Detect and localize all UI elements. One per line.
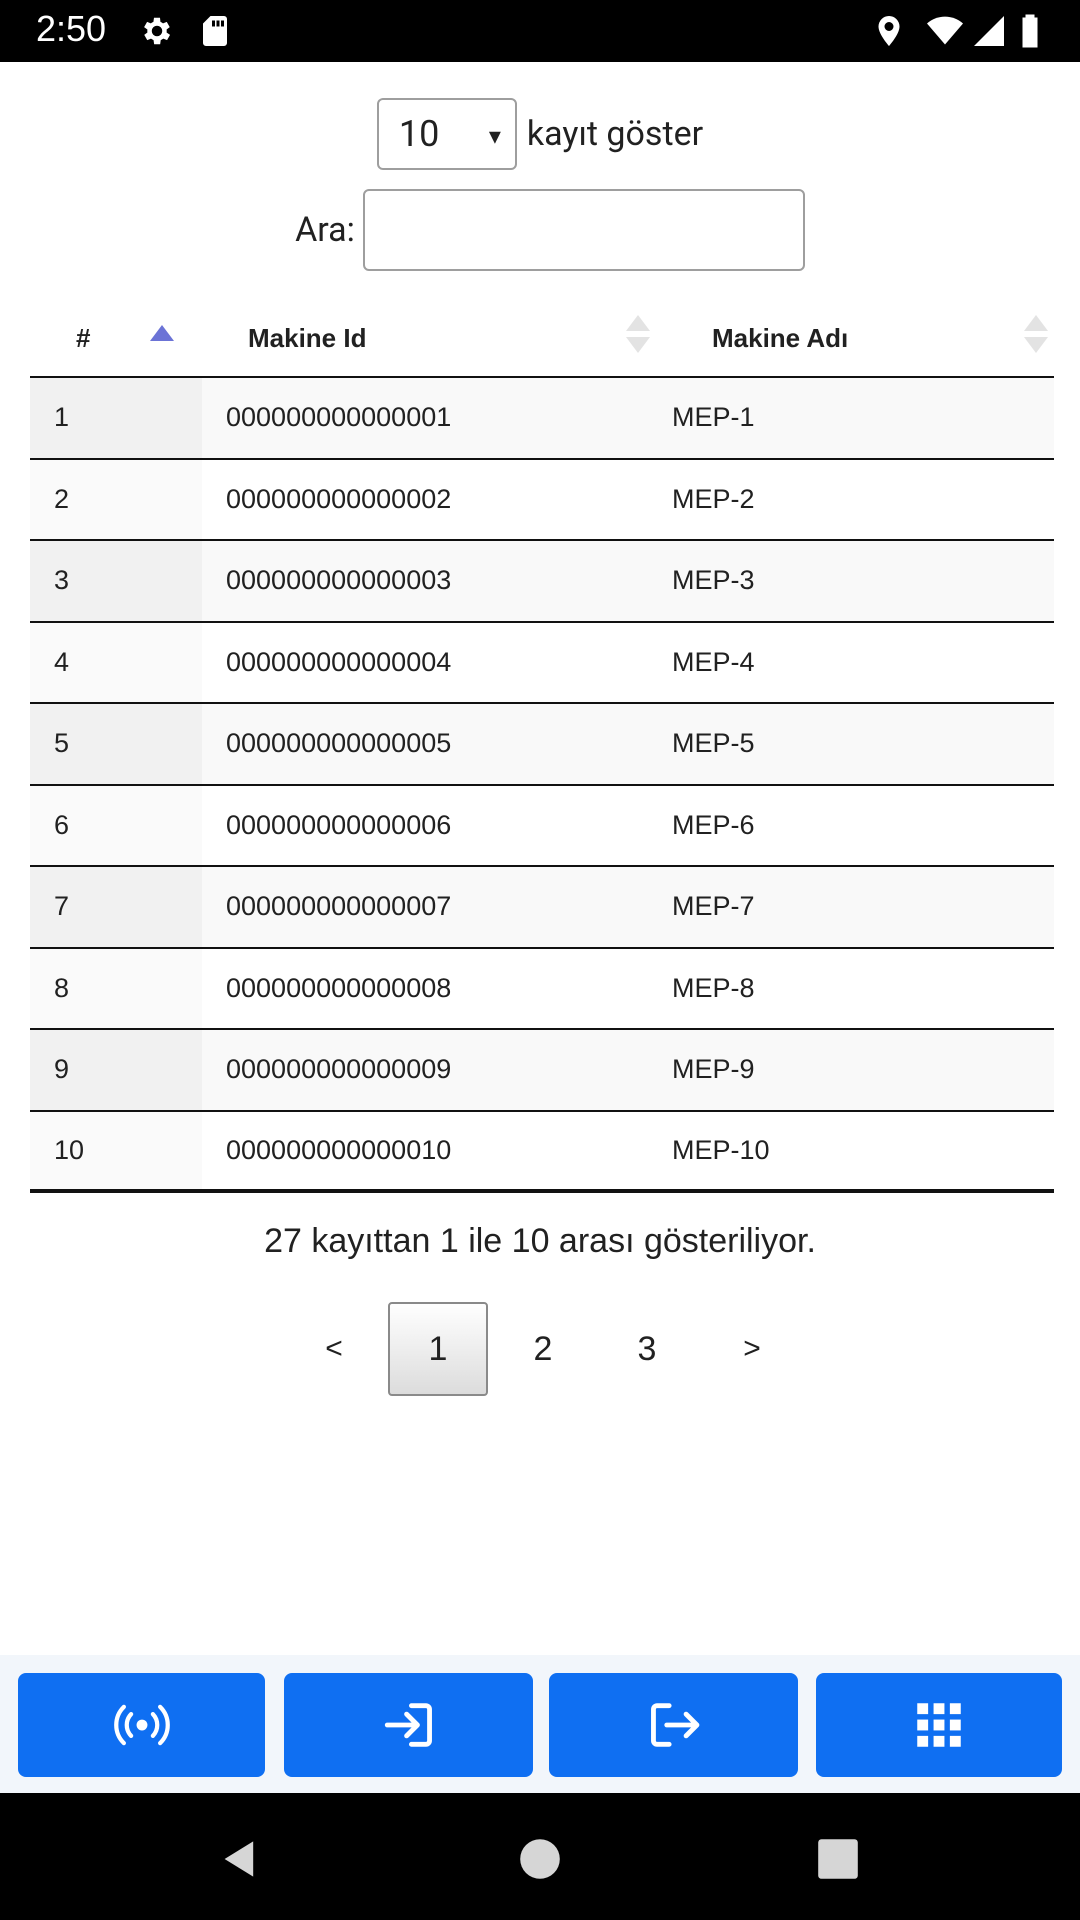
cell-machine-name: MEP-5 <box>672 728 755 759</box>
cell-num: 1 <box>30 378 202 458</box>
table-row[interactable]: 4 000000000000004 MEP-4 <box>30 622 1054 704</box>
cell-machine-id: 000000000000004 <box>226 646 452 677</box>
cell-num: 3 <box>30 541 202 621</box>
cell-machine-name: MEP-6 <box>672 809 755 840</box>
cell-machine-id: 000000000000003 <box>226 565 452 596</box>
sort-both-icon <box>626 311 654 361</box>
cell-num: 6 <box>30 785 202 865</box>
cell-machine-id: 000000000000001 <box>226 402 452 433</box>
menu-grid-button[interactable] <box>816 1673 1062 1777</box>
sd-card-icon <box>196 12 234 50</box>
column-header-label: Makine Id <box>248 322 367 353</box>
search-label: Ara: <box>295 210 355 250</box>
gear-icon <box>138 12 176 50</box>
column-header-label: Makine Adı <box>712 322 849 353</box>
logout-icon <box>650 1703 699 1747</box>
login-icon <box>384 1703 432 1747</box>
back-icon[interactable] <box>210 1829 270 1889</box>
column-header-label: # <box>76 322 91 353</box>
column-header-machine-id[interactable]: Makine Id <box>202 299 672 377</box>
cell-machine-id: 000000000000002 <box>226 483 452 514</box>
cell-machine-id: 000000000000009 <box>226 1054 452 1085</box>
page-button[interactable]: 3 <box>614 1302 680 1396</box>
grid-icon <box>917 1703 961 1747</box>
cell-machine-id: 000000000000005 <box>226 728 452 759</box>
table-row[interactable]: 3 000000000000003 MEP-3 <box>30 541 1054 623</box>
cell-num: 2 <box>30 459 202 539</box>
table-info: 27 kayıttan 1 ile 10 arası gösteriliyor. <box>264 1222 816 1260</box>
table-row[interactable]: 10 000000000000010 MEP-10 <box>30 1111 1054 1193</box>
sort-ascending-icon <box>150 311 178 361</box>
broadcast-icon <box>113 1704 170 1746</box>
table-row[interactable]: 5 000000000000005 MEP-5 <box>30 704 1054 786</box>
cell-machine-name: MEP-1 <box>672 402 755 433</box>
status-bar: 2:50 <box>0 0 1080 62</box>
page-length-select[interactable]: 10 ▾ <box>376 98 517 170</box>
search-control: Ara: <box>0 189 1080 271</box>
table-row[interactable]: 7 000000000000007 MEP-7 <box>30 867 1054 949</box>
next-page-button[interactable]: > <box>724 1302 780 1396</box>
table-row[interactable]: 2 000000000000002 MEP-2 <box>30 459 1054 541</box>
cell-machine-name: MEP-4 <box>672 646 755 677</box>
cell-machine-name: MEP-10 <box>672 1134 770 1165</box>
cell-num: 10 <box>30 1111 202 1189</box>
cell-machine-name: MEP-7 <box>672 891 755 922</box>
battery-icon <box>1012 12 1048 50</box>
cell-machine-id: 000000000000006 <box>226 809 452 840</box>
table-row[interactable]: 9 000000000000009 MEP-9 <box>30 1030 1054 1112</box>
cell-machine-name: MEP-9 <box>672 1054 755 1085</box>
bottom-toolbar <box>0 1655 1080 1793</box>
cell-machine-id: 000000000000010 <box>226 1134 452 1165</box>
cell-num: 7 <box>30 867 202 947</box>
table-header: # Makine Id Makine Adı <box>30 300 1054 378</box>
chevron-down-icon: ▾ <box>488 122 501 150</box>
page-length-label: kayıt göster <box>526 114 704 154</box>
cell-num: 4 <box>30 622 202 702</box>
navigation-bar <box>0 1793 1080 1920</box>
recents-icon[interactable] <box>808 1829 868 1889</box>
home-icon[interactable] <box>510 1829 570 1889</box>
broadcast-button[interactable] <box>18 1673 265 1777</box>
search-input[interactable] <box>362 189 805 271</box>
cell-machine-name: MEP-2 <box>672 483 755 514</box>
signal-icon <box>970 12 1008 50</box>
table-row[interactable]: 6 000000000000006 MEP-6 <box>30 785 1054 867</box>
page-length-value: 10 <box>398 113 440 155</box>
sort-both-icon <box>1024 311 1052 361</box>
machines-table: # Makine Id Makine Adı 1 000000000000001… <box>30 300 1054 1193</box>
logout-button[interactable] <box>549 1673 798 1777</box>
page-button[interactable]: 2 <box>510 1302 576 1396</box>
cell-machine-name: MEP-8 <box>672 972 755 1003</box>
column-header-num[interactable]: # <box>30 299 202 377</box>
wifi-icon <box>922 12 968 50</box>
cell-machine-id: 000000000000008 <box>226 972 452 1003</box>
table-row[interactable]: 1 000000000000001 MEP-1 <box>30 378 1054 460</box>
page-button-current[interactable]: 1 <box>388 1302 488 1396</box>
login-button[interactable] <box>284 1673 533 1777</box>
column-header-machine-name[interactable]: Makine Adı <box>672 299 1054 377</box>
cell-num: 9 <box>30 1030 202 1110</box>
location-icon <box>870 12 908 50</box>
cell-machine-id: 000000000000007 <box>226 891 452 922</box>
cell-num: 8 <box>30 948 202 1028</box>
status-time: 2:50 <box>36 8 107 49</box>
length-control: 10 ▾ kayıt göster <box>0 98 1080 170</box>
prev-page-button[interactable]: < <box>306 1302 362 1396</box>
table-row[interactable]: 8 000000000000008 MEP-8 <box>30 948 1054 1030</box>
cell-machine-name: MEP-3 <box>672 565 755 596</box>
pagination: < 1 2 3 > <box>0 1302 1080 1396</box>
cell-num: 5 <box>30 704 202 784</box>
